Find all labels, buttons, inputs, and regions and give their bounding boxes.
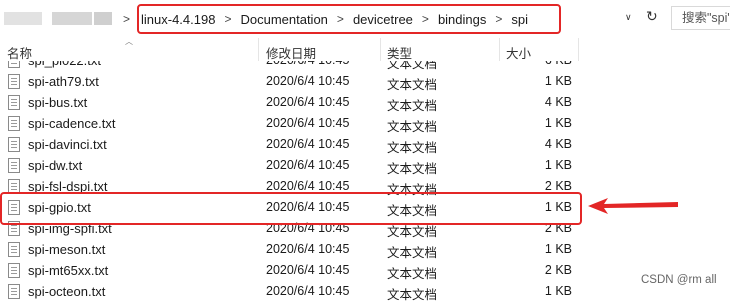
- breadcrumb-separator-icon[interactable]: >: [123, 12, 130, 26]
- file-type: 文本文档: [387, 162, 438, 176]
- text-file-icon: [8, 137, 20, 152]
- text-file-icon: [8, 263, 20, 278]
- file-name[interactable]: spi-davinci.txt: [28, 137, 107, 152]
- file-row-content[interactable]: spi-dw.txt 2020/6/4 10:45 文本文档 1 KB: [0, 155, 730, 176]
- column-header-type[interactable]: 类型: [387, 43, 412, 62]
- file-type: 文本文档: [387, 246, 438, 260]
- file-name[interactable]: spi-mt65xx.txt: [28, 263, 108, 278]
- file-modified-date: 2020/6/4 10:45: [266, 116, 350, 130]
- file-type: 文本文档: [387, 99, 438, 113]
- file-size: 1 KB: [544, 116, 572, 130]
- file-name[interactable]: spi-bus.txt: [28, 95, 87, 110]
- file-row[interactable]: spi-ath79.txt 2020/6/4 10:45 文本文档 1 KB: [0, 71, 730, 92]
- file-size: 1 KB: [544, 74, 572, 88]
- file-type: 文本文档: [387, 141, 438, 155]
- file-row[interactable]: spi-meson.txt 2020/6/4 10:45 文本文档 1 KB: [0, 239, 730, 260]
- text-file-icon: [8, 95, 20, 110]
- file-row-content[interactable]: spi-octeon.txt 2020/6/4 10:45 文本文档 1 KB: [0, 281, 730, 302]
- file-row-content[interactable]: spi-ath79.txt 2020/6/4 10:45 文本文档 1 KB: [0, 71, 730, 92]
- blurred-path-segment: [94, 12, 112, 25]
- text-file-icon: [8, 242, 20, 257]
- watermark: CSDN @rm all: [641, 274, 717, 286]
- file-size: 4 KB: [544, 137, 572, 151]
- chevron-down-icon[interactable]: ∨: [625, 12, 632, 23]
- refresh-icon[interactable]: ↻: [646, 8, 658, 25]
- file-name[interactable]: spi_pl022.txt: [28, 61, 101, 68]
- column-header-date[interactable]: 修改日期: [266, 43, 316, 62]
- file-type: 文本文档: [387, 61, 438, 71]
- file-size: 1 KB: [544, 158, 572, 172]
- file-row-content[interactable]: spi_pl022.txt 2020/6/4 10:45 文本文档 6 KB: [0, 61, 730, 71]
- file-row-content[interactable]: spi-meson.txt 2020/6/4 10:45 文本文档 1 KB: [0, 239, 730, 260]
- file-type: 文本文档: [387, 78, 438, 92]
- file-row[interactable]: spi-cadence.txt 2020/6/4 10:45 文本文档 1 KB: [0, 113, 730, 134]
- file-name[interactable]: spi-ath79.txt: [28, 74, 99, 89]
- file-type: 文本文档: [387, 267, 438, 281]
- file-name[interactable]: spi-cadence.txt: [28, 116, 115, 131]
- file-name[interactable]: spi-dw.txt: [28, 158, 82, 173]
- file-size: 2 KB: [544, 179, 572, 193]
- text-file-icon: [8, 61, 20, 68]
- file-modified-date: 2020/6/4 10:45: [266, 242, 350, 256]
- text-file-icon: [8, 116, 20, 131]
- file-row[interactable]: spi-mt65xx.txt 2020/6/4 10:45 文本文档 2 KB: [0, 260, 730, 281]
- sort-ascending-icon: ︿: [125, 37, 133, 46]
- file-type: 文本文档: [387, 120, 438, 134]
- row-highlight-box: [0, 192, 582, 225]
- pointer-arrow-icon: [588, 198, 678, 214]
- file-row-content[interactable]: spi-cadence.txt 2020/6/4 10:45 文本文档 1 KB: [0, 113, 730, 134]
- file-row-content[interactable]: spi-davinci.txt 2020/6/4 10:45 文本文档 4 KB: [0, 134, 730, 155]
- column-header-row: ︿ 名称 修改日期 类型 大小: [0, 37, 730, 62]
- file-modified-date: 2020/6/4 10:45: [266, 179, 350, 193]
- file-modified-date: 2020/6/4 10:45: [266, 74, 350, 88]
- file-modified-date: 2020/6/4 10:45: [266, 61, 349, 67]
- file-row[interactable]: spi-octeon.txt 2020/6/4 10:45 文本文档 1 KB: [0, 281, 730, 302]
- file-modified-date: 2020/6/4 10:45: [266, 263, 350, 277]
- file-name[interactable]: spi-octeon.txt: [28, 284, 105, 299]
- file-row[interactable]: spi_pl022.txt 2020/6/4 10:45 文本文档 6 KB: [0, 61, 730, 71]
- file-size: 1 KB: [544, 242, 572, 256]
- column-divider[interactable]: [380, 38, 381, 61]
- column-header-name[interactable]: 名称: [7, 43, 32, 62]
- blurred-path-segment: [4, 12, 42, 25]
- text-file-icon: [8, 74, 20, 89]
- column-divider[interactable]: [258, 38, 259, 61]
- file-type: 文本文档: [387, 288, 438, 302]
- file-name[interactable]: spi-meson.txt: [28, 242, 105, 257]
- file-modified-date: 2020/6/4 10:45: [266, 158, 350, 172]
- file-row-content[interactable]: spi-mt65xx.txt 2020/6/4 10:45 文本文档 2 KB: [0, 260, 730, 281]
- text-file-icon: [8, 284, 20, 299]
- address-highlight-box: [137, 4, 561, 34]
- column-divider[interactable]: [499, 38, 500, 61]
- file-row-content[interactable]: spi-bus.txt 2020/6/4 10:45 文本文档 4 KB: [0, 92, 730, 113]
- text-file-icon: [8, 158, 20, 173]
- address-bar-row: > linux-4.4.198 > Documentation > device…: [0, 0, 730, 38]
- file-size: 2 KB: [544, 263, 572, 277]
- blurred-path-segment: [52, 12, 92, 25]
- file-size: 4 KB: [544, 95, 572, 109]
- file-row[interactable]: spi-bus.txt 2020/6/4 10:45 文本文档 4 KB: [0, 92, 730, 113]
- file-row[interactable]: spi-davinci.txt 2020/6/4 10:45 文本文档 4 KB: [0, 134, 730, 155]
- column-divider[interactable]: [578, 38, 579, 61]
- column-header-size[interactable]: 大小: [506, 43, 531, 62]
- file-row[interactable]: spi-dw.txt 2020/6/4 10:45 文本文档 1 KB: [0, 155, 730, 176]
- search-input[interactable]: 搜索"spi": [671, 6, 730, 30]
- file-list: spi_pl022.txt 2020/6/4 10:45 文本文档 6 KB spi-a…: [0, 61, 730, 302]
- file-size: 6 KB: [545, 61, 572, 67]
- file-modified-date: 2020/6/4 10:45: [266, 95, 350, 109]
- file-modified-date: 2020/6/4 10:45: [266, 137, 350, 151]
